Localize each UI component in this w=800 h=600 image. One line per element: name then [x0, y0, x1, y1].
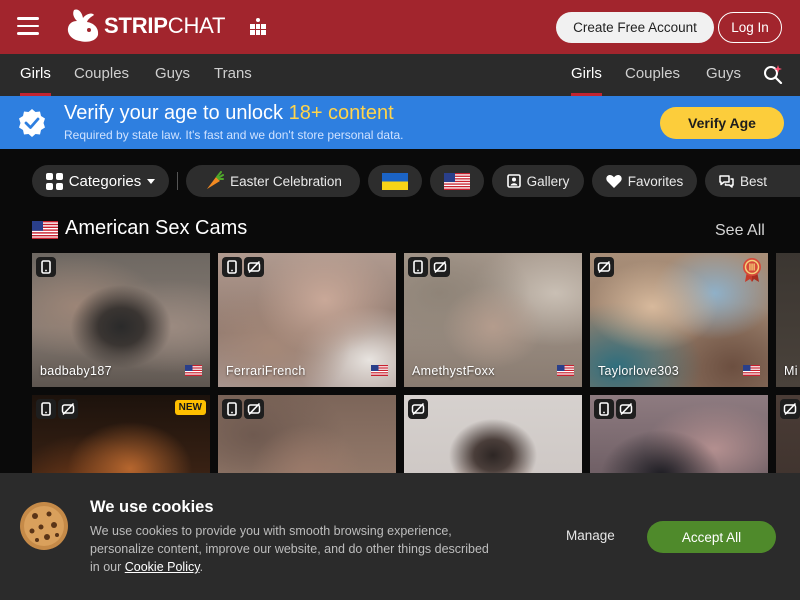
no-record-icon [244, 399, 264, 419]
cookie-icon [20, 502, 68, 550]
cam-username: Taylorlove303 [598, 364, 680, 378]
manage-cookies-button[interactable]: Manage [566, 528, 615, 543]
nav-tab-guys[interactable]: Guys [155, 54, 190, 96]
stripchat-logo[interactable]: STRIPCHAT [64, 5, 225, 47]
usa-flag-icon [371, 365, 388, 376]
no-record-icon [244, 257, 264, 277]
grid-icon [45, 172, 63, 190]
sparkle-search-icon[interactable] [763, 64, 783, 84]
usa-flag-chip[interactable] [430, 165, 484, 197]
usa-flag-icon [185, 365, 202, 376]
verify-title-prefix: Verify your age to unlock [64, 102, 289, 124]
best-chip[interactable]: Best [705, 165, 800, 197]
accept-all-button[interactable]: Accept All [647, 521, 776, 553]
nav-tab-trans[interactable]: Trans [214, 54, 252, 96]
usa-flag-icon [557, 365, 574, 376]
usa-flag-icon [32, 221, 58, 239]
login-button[interactable]: Log In [718, 12, 782, 43]
verify-title: Verify your age to unlock 18+ content [64, 102, 394, 125]
gallery-icon [506, 174, 521, 188]
cam-username: AmethystFoxx [412, 364, 495, 378]
logo-strip-text: STRIP [104, 13, 168, 38]
mobile-icon [594, 399, 614, 419]
gallery-chip[interactable]: Gallery [492, 165, 584, 197]
caret-down-icon [147, 178, 156, 184]
section-title: American Sex Cams [65, 217, 248, 239]
menu-icon[interactable] [17, 17, 39, 35]
cam-card[interactable]: AmethystFoxx [404, 253, 582, 387]
gallery-label: Gallery [526, 173, 570, 189]
nav-tab-girls[interactable]: Girls [20, 54, 51, 96]
gift-icon[interactable] [248, 17, 268, 37]
bunny-logo-icon [67, 9, 99, 42]
top-header: STRIPCHAT Create Free Account Log In [0, 0, 800, 54]
verified-check-icon [19, 109, 45, 137]
category-nav: Girls Couples Guys Trans Girls Couples G… [0, 54, 800, 96]
no-record-icon [408, 399, 428, 419]
favorites-chip[interactable]: Favorites [592, 165, 697, 197]
cookie-title: We use cookies [90, 498, 214, 516]
filter-divider [177, 172, 178, 190]
mobile-icon [222, 399, 242, 419]
logo-chat-text: CHAT [167, 13, 226, 38]
carrot-icon [207, 171, 225, 189]
nav-tab-couples[interactable]: Couples [74, 54, 129, 96]
see-all-link[interactable]: See All [715, 222, 765, 240]
heart-icon [606, 174, 622, 188]
mobile-icon [222, 257, 242, 277]
cookie-text-end: . [199, 560, 204, 574]
new-badge: NEW [174, 400, 206, 415]
cam-card[interactable]: FerrariFrench [218, 253, 396, 387]
cam-card[interactable]: Mi [776, 253, 800, 387]
create-account-button[interactable]: Create Free Account [556, 12, 714, 43]
medal-icon [743, 258, 761, 282]
verify-subtitle: Required by state law. It's fast and we … [64, 128, 404, 142]
cam-username: FerrariFrench [226, 364, 306, 378]
categories-dropdown[interactable]: Categories [32, 165, 169, 197]
cookie-description: We use cookies to provide you with smoot… [90, 522, 490, 576]
verify-title-highlight: 18+ content [288, 102, 394, 124]
ukraine-flag-chip[interactable] [368, 165, 422, 197]
no-record-icon [430, 257, 450, 277]
nav-tab-girls-right[interactable]: Girls [571, 54, 602, 96]
nav-tab-guys-right[interactable]: Guys [706, 54, 741, 96]
cookie-policy-link[interactable]: Cookie Policy [125, 560, 200, 574]
no-record-icon [616, 399, 636, 419]
no-record-icon [780, 399, 800, 419]
usa-flag-icon [743, 365, 760, 376]
nav-tab-couples-right[interactable]: Couples [625, 54, 680, 96]
verify-age-button[interactable]: Verify Age [660, 107, 784, 139]
easter-celebration-chip[interactable]: Easter Celebration [186, 165, 360, 197]
favorites-label: Favorites [627, 173, 684, 189]
no-record-icon [58, 399, 78, 419]
logo-text: STRIPCHAT [104, 13, 225, 39]
ukraine-flag-icon [382, 172, 408, 190]
chat-bubbles-icon [719, 175, 734, 188]
cam-card[interactable]: badbaby187 [32, 253, 210, 387]
categories-label: Categories [68, 172, 142, 190]
best-label: Best [740, 173, 768, 189]
cam-card[interactable]: Taylorlove303 [590, 253, 768, 387]
mobile-icon [36, 257, 56, 277]
no-record-icon [594, 257, 614, 277]
easter-label: Easter Celebration [230, 173, 342, 189]
cam-username: badbaby187 [40, 364, 112, 378]
mobile-icon [408, 257, 428, 277]
mobile-icon [36, 399, 56, 419]
cam-username: Mi [784, 364, 798, 378]
usa-flag-icon [444, 172, 470, 190]
